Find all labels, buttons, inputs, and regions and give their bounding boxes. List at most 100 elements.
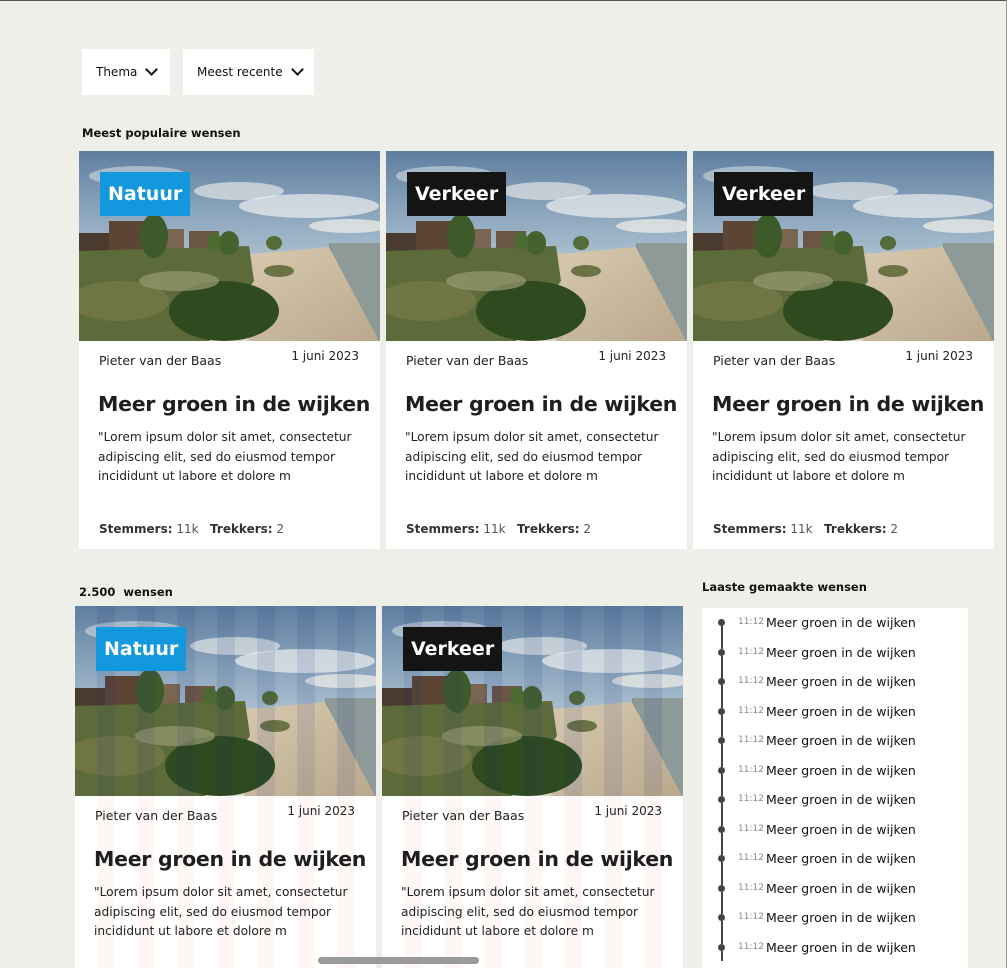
wish-stats: Stemmers: 11k Trekkers: 2	[713, 522, 898, 536]
timeline-dot	[718, 855, 725, 862]
chevron-down-icon	[290, 63, 304, 76]
latest-wish-item[interactable]: 11:12 Meer groen in de wijken	[702, 874, 968, 914]
wish-date: 1 juni 2023	[598, 349, 666, 363]
chevron-down-icon	[145, 63, 159, 76]
pullers-count: 2	[583, 522, 592, 536]
wish-card[interactable]: Natuur Pieter van der Baas 1 juni 2023 M…	[79, 151, 380, 549]
category-tag[interactable]: Verkeer	[403, 627, 503, 671]
wish-link[interactable]: Meer groen in de wijken	[766, 704, 916, 719]
latest-wish-item[interactable]: 11:12 Meer groen in de wijken	[702, 785, 968, 826]
wish-count-heading: 2.500 wensen	[79, 585, 173, 599]
wish-time: 11:12	[738, 617, 764, 627]
wish-excerpt: "Lorem ipsum dolor sit amet, consectetur…	[401, 885, 655, 939]
wish-link[interactable]: Meer groen in de wijken	[766, 851, 916, 866]
wish-time: 11:12	[738, 794, 764, 804]
category-tag[interactable]: Natuur	[96, 627, 187, 671]
latest-wish-item[interactable]: 11:12 Meer groen in de wijken	[702, 903, 968, 944]
timeline-line	[721, 950, 723, 961]
wish-stats: Stemmers: 11k Trekkers: 2	[99, 522, 284, 536]
author-name: Pieter van der Baas	[406, 353, 529, 368]
voters-label: Stemmers:	[713, 522, 787, 536]
wish-title[interactable]: Meer groen in de wijken	[405, 392, 677, 416]
wish-link[interactable]: Meer groen in de wijken	[766, 763, 916, 778]
wish-link[interactable]: Meer groen in de wijken	[766, 940, 916, 955]
wish-excerpt: "Lorem ipsum dolor sit amet, consectetur…	[405, 430, 659, 484]
pullers-count: 2	[276, 522, 285, 536]
wish-date: 1 juni 2023	[905, 349, 973, 363]
author-name: Pieter van der Baas	[95, 808, 218, 823]
sort-label: Meest recente	[197, 65, 283, 79]
pullers-label: Trekkers:	[517, 522, 580, 536]
wish-link[interactable]: Meer groen in de wijken	[766, 822, 916, 837]
voters-count: 11k	[176, 522, 199, 536]
category-tag[interactable]: Natuur	[100, 172, 191, 216]
wish-title[interactable]: Meer groen in de wijken	[98, 392, 370, 416]
latest-wish-item[interactable]: 11:12 Meer groen in de wijken	[702, 844, 968, 885]
timeline-dot	[718, 766, 725, 774]
wish-time: 11:12	[738, 853, 764, 863]
wish-link[interactable]: Meer groen in de wijken	[766, 910, 916, 925]
timeline-dot	[718, 648, 725, 656]
latest-wish-item[interactable]: 11:12 Meer groen in de wijken	[702, 933, 968, 963]
timeline-dot	[718, 796, 725, 803]
author-name: Pieter van der Baas	[99, 353, 222, 368]
timeline-dot	[718, 678, 725, 685]
timeline-dot	[718, 707, 725, 715]
timeline-dot	[718, 737, 725, 744]
wish-card[interactable]: Verkeer Pieter van der Baas 1 juni 2023 …	[386, 151, 687, 549]
pullers-label: Trekkers:	[824, 522, 887, 536]
latest-wishes-panel: 11:12 Meer groen in de wijken 11:12 Meer gr…	[702, 608, 968, 968]
wish-time: 11:12	[738, 705, 764, 716]
horizontal-scrollbar[interactable]	[318, 957, 479, 964]
wish-link[interactable]: Meer groen in de wijken	[766, 645, 916, 660]
latest-wish-item[interactable]: 11:12 Meer groen in de wijken	[702, 608, 968, 649]
latest-wish-item[interactable]: 11:12 Meer groen in de wijken	[702, 638, 968, 678]
theme-filter-dropdown[interactable]: Thema	[82, 49, 170, 95]
wish-title[interactable]: Meer groen in de wijken	[401, 847, 673, 871]
wish-link[interactable]: Meer groen in de wijken	[766, 733, 916, 748]
sort-dropdown[interactable]: Meest recente	[183, 49, 314, 95]
wish-excerpt: "Lorem ipsum dolor sit amet, consectetur…	[712, 430, 966, 484]
wish-title[interactable]: Meer groen in de wijken	[712, 392, 984, 416]
wish-time: 11:12	[738, 882, 764, 893]
pullers-count: 2	[890, 522, 899, 536]
category-tag[interactable]: Verkeer	[407, 172, 507, 216]
wish-link[interactable]: Meer groen in de wijken	[766, 792, 916, 807]
latest-wish-item[interactable]: 11:12 Meer groen in de wijken	[702, 667, 968, 708]
theme-filter-label: Thema	[96, 65, 138, 79]
author-name: Pieter van der Baas	[713, 353, 836, 368]
wish-link[interactable]: Meer groen in de wijken	[766, 674, 916, 689]
wish-date: 1 juni 2023	[287, 804, 355, 818]
timeline-dot	[718, 884, 725, 892]
wish-title[interactable]: Meer groen in de wijken	[94, 847, 366, 871]
wish-card[interactable]: Natuur Pieter van der Baas 1 juni 2023 M…	[75, 606, 376, 968]
wish-time: 11:12	[738, 646, 764, 657]
wish-stats: Stemmers: 11k Trekkers: 2	[406, 522, 591, 536]
pullers-label: Trekkers:	[210, 522, 273, 536]
timeline-dot	[718, 619, 725, 626]
timeline-dot	[718, 825, 725, 833]
wish-time: 11:12	[738, 764, 764, 775]
latest-wish-item[interactable]: 11:12 Meer groen in de wijken	[702, 815, 968, 855]
voters-count: 11k	[790, 522, 813, 536]
wish-excerpt: "Lorem ipsum dolor sit amet, consectetur…	[98, 430, 352, 484]
category-tag[interactable]: Verkeer	[714, 172, 814, 216]
wish-card[interactable]: Verkeer Pieter van der Baas 1 juni 2023 …	[693, 151, 994, 549]
wish-time: 11:12	[738, 941, 764, 952]
wish-time: 11:12	[738, 823, 764, 834]
latest-wish-item[interactable]: 11:12 Meer groen in de wijken	[702, 756, 968, 796]
wish-time: 11:12	[738, 912, 764, 922]
latest-wish-item[interactable]: 11:12 Meer groen in de wijken	[702, 697, 968, 737]
wish-link[interactable]: Meer groen in de wijken	[766, 615, 916, 630]
popular-heading: Meest populaire wensen	[82, 126, 241, 140]
wish-time: 11:12	[738, 735, 764, 745]
voters-label: Stemmers:	[99, 522, 173, 536]
timeline-dot	[718, 943, 725, 951]
latest-heading: Laaste gemaakte wensen	[702, 580, 867, 594]
wish-link[interactable]: Meer groen in de wijken	[766, 881, 916, 896]
wish-time: 11:12	[738, 676, 764, 686]
top-border	[0, 0, 1007, 1]
wish-card[interactable]: Verkeer Pieter van der Baas 1 juni 2023 …	[382, 606, 683, 968]
wish-date: 1 juni 2023	[594, 804, 662, 818]
latest-wish-item[interactable]: 11:12 Meer groen in de wijken	[702, 726, 968, 767]
